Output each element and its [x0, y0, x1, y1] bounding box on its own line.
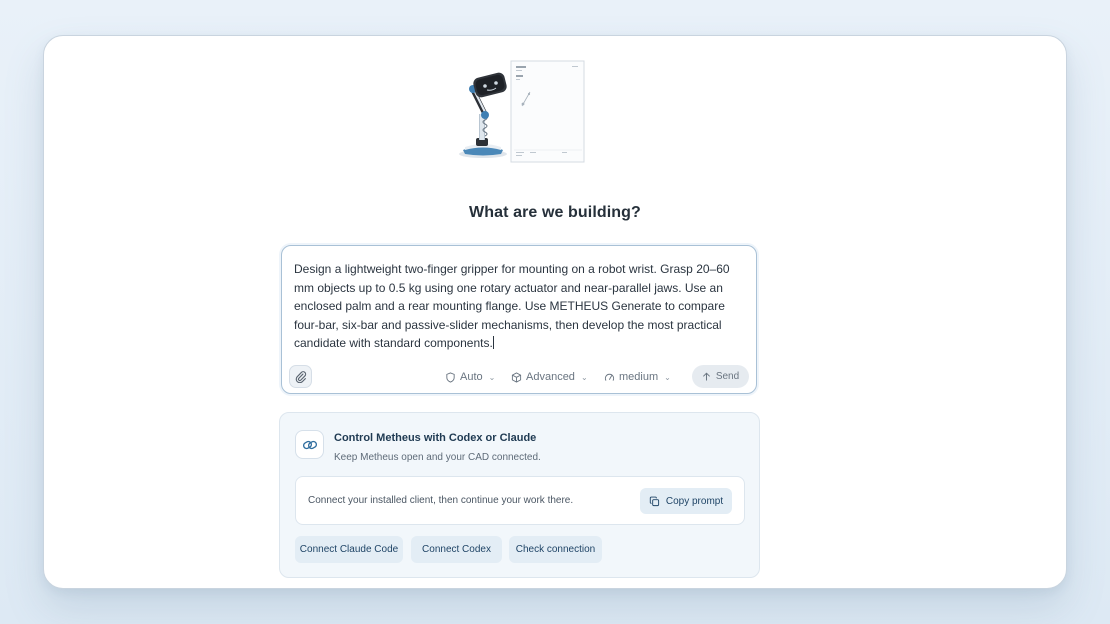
send-button[interactable]: Send — [692, 365, 749, 388]
chevron-down-icon: ⌄ — [664, 372, 671, 382]
integration-subtitle: Keep Metheus open and your CAD connected… — [334, 452, 541, 463]
model-selector[interactable]: Advanced ⌄ — [511, 368, 588, 386]
shield-icon — [446, 371, 455, 383]
attach-button[interactable] — [289, 365, 312, 388]
prompt-composer[interactable]: Design a lightweight two-finger gripper … — [281, 245, 757, 394]
copy-prompt-label: Copy prompt — [665, 495, 724, 507]
copy-prompt-button[interactable]: Copy prompt — [640, 488, 732, 514]
link-icon — [302, 440, 317, 449]
integration-title: Control Metheus with Codex or Claude — [334, 432, 537, 444]
arrow-up-icon — [702, 372, 710, 381]
connect-instruction-text: Connect your installed client, then cont… — [308, 495, 574, 506]
check-connection-button[interactable]: Check connection — [509, 536, 602, 563]
mode-selector[interactable]: Auto ⌄ — [445, 368, 495, 386]
hero-illustration — [459, 60, 585, 163]
cube-icon — [511, 371, 522, 383]
gauge-icon — [604, 373, 615, 381]
mode-label: Auto — [460, 371, 483, 383]
page-title: What are we building? — [469, 204, 641, 221]
integration-panel: Control Metheus with Codex or Claude Kee… — [279, 412, 760, 578]
drawing-sheet — [510, 60, 585, 163]
effort-label: medium — [619, 371, 659, 383]
chevron-down-icon: ⌄ — [488, 372, 496, 382]
prompt-text: Design a lightweight two-finger gripper … — [294, 262, 730, 351]
connect-codex-button[interactable]: Connect Codex — [411, 536, 502, 563]
model-label: Advanced — [526, 371, 575, 383]
text-caret — [492, 336, 494, 350]
copy-icon — [649, 496, 659, 506]
chevron-down-icon: ⌄ — [580, 372, 588, 382]
connect-instructions-box: Connect your installed client, then cont… — [295, 476, 745, 525]
link-icon-badge — [295, 430, 324, 459]
send-label: Send — [715, 371, 740, 382]
paperclip-icon — [295, 371, 307, 383]
prompt-input[interactable]: Design a lightweight two-finger gripper … — [294, 260, 746, 353]
effort-selector[interactable]: medium ⌄ — [604, 368, 671, 386]
app-window: What are we building? Design a lightweig… — [43, 35, 1067, 589]
connect-claude-code-button[interactable]: Connect Claude Code — [295, 536, 403, 563]
robot-arm — [459, 72, 507, 158]
